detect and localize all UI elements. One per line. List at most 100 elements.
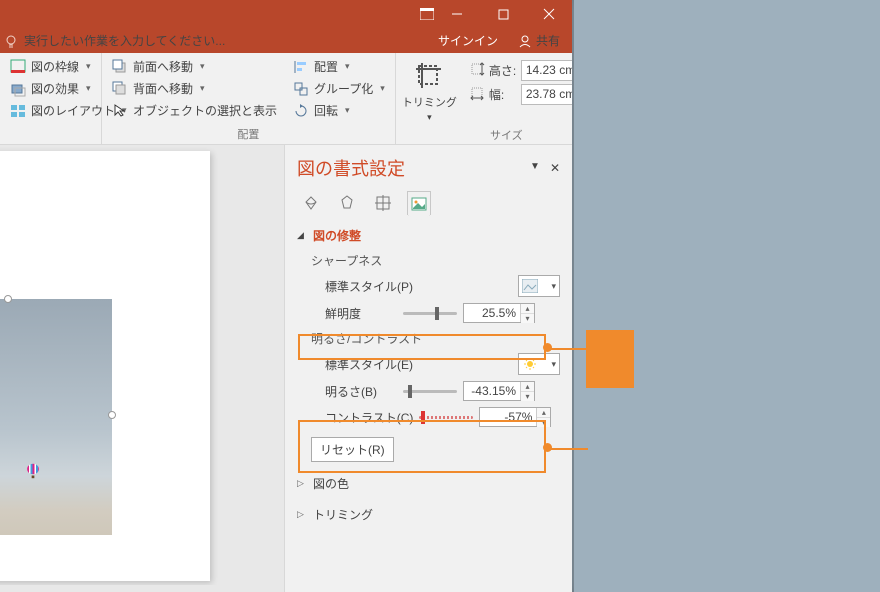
bring-forward-button[interactable]: 前面へ移動▾ [110,57,279,76]
tab-picture[interactable] [407,191,431,215]
bring-forward-icon [112,59,128,75]
contrast-input[interactable]: -57%▴▾ [479,407,551,427]
sharpness-presets-button[interactable]: ▾ [518,275,560,297]
pane-tabs [297,191,560,215]
button-label: 図の効果 [31,80,79,97]
picture-layout-button[interactable]: 図のレイアウト▾ [8,101,93,120]
width-label: 幅: [489,86,517,103]
group-picture-styles: 図の枠線▾ 図の効果▾ 図のレイアウト▾ [0,53,102,144]
crop-icon [413,60,445,92]
brightness-input[interactable]: -43.15%▴▾ [463,381,535,401]
sharpness-slider[interactable] [403,312,457,315]
selection-handle[interactable] [108,411,116,419]
button-label: 図の枠線 [31,58,79,75]
selected-picture[interactable] [0,299,112,535]
balloon-illustration [27,464,39,478]
brightness-label: 明るさ(B) [325,383,397,400]
ribbon: 図の枠線▾ 図の効果▾ 図のレイアウト▾ 前面へ移動▾ 背面へ移動▾ オブジェク… [0,53,572,145]
reset-button[interactable]: リセット(R) [311,437,394,462]
section-color-header[interactable]: ▷ 図の色 [297,471,560,496]
selection-pane-button[interactable]: オブジェクトの選択と表示 [110,101,279,120]
button-label: 回転 [314,102,338,119]
sharpness-row: 鮮明度 25.5%▴▾ [311,300,560,326]
contrast-label: コントラスト(C) [325,409,413,426]
titlebar [0,0,572,28]
crop-button[interactable]: トリミング ▾ [402,57,457,123]
brightness-presets-button[interactable]: ▾ [518,353,560,375]
presets-e-label: 標準スタイル(E) [325,356,413,373]
ribbon-menu: 実行したい作業を入力してください... サインイン 共有 [0,28,572,53]
maximize-button[interactable] [480,0,526,28]
brightness-row: 明るさ(B) -43.15%▴▾ [311,378,560,404]
contrast-row: コントラスト(C) -57%▴▾ [311,404,560,430]
lightbulb-icon [4,34,18,48]
input-value: -43.15% [468,384,520,398]
input-value: 23.78 cm [526,87,575,101]
close-button[interactable] [526,0,572,28]
share-label: 共有 [536,32,560,49]
brightness-slider[interactable] [403,390,457,393]
sun-icon [522,357,538,371]
sharpness-input[interactable]: 25.5%▴▾ [463,303,535,323]
group-label: 配置 [110,122,387,144]
slide-page [0,151,210,581]
selection-pane-icon [112,103,128,119]
expand-triangle-icon: ▷ [297,509,307,520]
button-label: 背面へ移動 [133,80,193,97]
tab-size-properties[interactable] [371,191,395,215]
align-icon [293,59,309,75]
rotate-icon [293,103,309,119]
presets-p-label: 標準スタイル(P) [325,278,413,295]
button-label: 前面へ移動 [133,58,193,75]
pane-title: 図の書式設定 [297,155,405,181]
tell-me-placeholder: 実行したい作業を入力してください... [24,32,225,49]
brightness-contrast-subheader: 明るさ/コントラスト [311,326,560,350]
section-corrections-header[interactable]: ◢ 図の修整 [297,223,560,248]
section-crop-header[interactable]: ▷ トリミング [297,502,560,527]
slide-canvas[interactable] [0,145,280,585]
send-backward-icon [112,81,128,97]
share-person-icon [518,34,532,48]
sharpness-subheader: シャープネス [311,248,560,272]
group-button[interactable]: グループ化▾ [291,79,387,98]
group-label [8,138,93,144]
group-icon [293,81,309,97]
input-value: 25.5% [468,306,520,320]
height-icon [469,61,485,80]
height-label: 高さ: [489,62,517,79]
annotation-background [572,0,880,592]
section-title: 図の修整 [313,227,361,244]
button-label: グループ化 [314,80,373,97]
input-value: -57% [484,410,536,424]
layout-icon [10,103,26,119]
send-backward-button[interactable]: 背面へ移動▾ [110,79,279,98]
input-value: 14.23 cm [526,63,575,77]
picture-effects-button[interactable]: 図の効果▾ [8,79,93,98]
pane-close-button[interactable]: ✕ [550,161,560,175]
contrast-slider[interactable] [419,416,473,419]
tab-fill-line[interactable] [299,191,323,215]
ribbon-display-options-icon[interactable] [420,0,434,28]
button-label: トリミング [402,94,457,110]
leader-box [586,330,634,388]
align-button[interactable]: 配置▾ [291,57,387,76]
section-title: トリミング [313,506,373,523]
button-label: オブジェクトの選択と表示 [133,102,277,119]
effects-icon [10,81,26,97]
rotate-button[interactable]: 回転▾ [291,101,387,120]
signin-button[interactable]: サインイン [426,32,510,49]
selection-handle[interactable] [4,295,12,303]
picture-border-button[interactable]: 図の枠線▾ [8,57,93,76]
share-button[interactable]: 共有 [510,32,568,49]
pane-options-button[interactable]: ▼ [530,161,540,175]
expand-triangle-icon: ▷ [297,478,307,489]
tab-effects[interactable] [335,191,359,215]
format-picture-pane: 図の書式設定 ▼ ✕ ◢ 図の修整 シャープネス [284,145,572,592]
button-label: 配置 [314,58,338,75]
expand-triangle-icon: ◢ [297,230,307,241]
section-title: 図の色 [313,475,349,492]
minimize-button[interactable] [434,0,480,28]
preset-thumb-icon [522,279,538,293]
tell-me-input[interactable]: 実行したい作業を入力してください... [4,32,225,49]
sharpness-label: 鮮明度 [325,305,397,322]
